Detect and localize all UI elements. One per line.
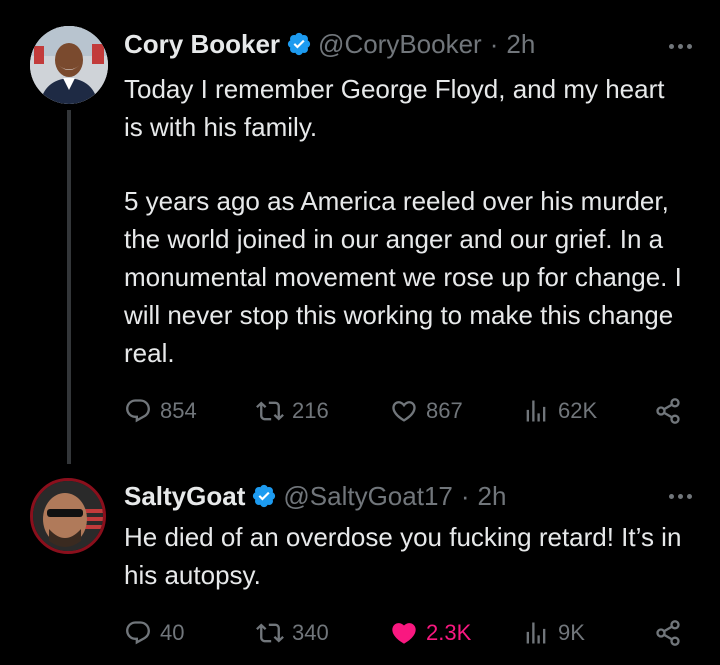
repost-button[interactable]: 340 [256, 616, 329, 650]
views-count: 62K [558, 398, 598, 423]
tweet-header: Cory Booker @CoryBooker · 2h [124, 26, 535, 62]
share-icon [656, 620, 680, 646]
avatar-image [30, 26, 108, 104]
like-button[interactable]: 2.3K [390, 616, 471, 650]
views-icon [526, 622, 546, 644]
heart-icon [392, 401, 416, 422]
timestamp[interactable]: 2h [478, 481, 507, 512]
separator-dot: · [460, 480, 470, 511]
tweet-header: SaltyGoat @SaltyGoat17 · 2h [124, 478, 506, 514]
reply-icon [126, 399, 150, 423]
verified-badge-icon [287, 32, 311, 56]
reply-icon [126, 621, 150, 645]
repost-count: 340 [292, 620, 329, 645]
views-count: 9K [558, 620, 585, 645]
tweet-actions: 40 340 2.3K 9K [124, 616, 694, 650]
repost-icon [256, 623, 284, 643]
like-count: 867 [426, 398, 463, 423]
avatar[interactable] [30, 478, 106, 554]
reply-button[interactable]: 854 [124, 394, 197, 428]
avatar[interactable] [30, 26, 108, 104]
more-icon[interactable] [662, 36, 698, 56]
timestamp[interactable]: 2h [506, 29, 535, 60]
like-count: 2.3K [426, 620, 472, 645]
share-icon [656, 398, 680, 424]
thread-connector-line [67, 110, 71, 464]
reply-button[interactable]: 40 [124, 616, 184, 650]
repost-button[interactable]: 216 [256, 394, 329, 428]
more-icon[interactable] [662, 486, 698, 506]
views-button[interactable]: 9K [522, 616, 585, 650]
tweet-cory-booker[interactable]: Cory Booker @CoryBooker · 2h Today I rem… [0, 0, 720, 464]
views-icon [526, 400, 546, 422]
views-button[interactable]: 62K [522, 394, 597, 428]
repost-icon [256, 401, 284, 421]
tweet-actions: 854 216 867 62K [124, 394, 694, 428]
separator-dot: · [489, 28, 499, 59]
user-handle[interactable]: @CoryBooker [318, 29, 482, 60]
display-name[interactable]: Cory Booker [124, 29, 280, 60]
avatar-image [33, 481, 103, 551]
display-name[interactable]: SaltyGoat [124, 481, 245, 512]
tweet-paragraph: He died of an overdose you fucking retar… [124, 522, 682, 590]
tweet-paragraph: Today I remember George Floyd, and my he… [124, 74, 665, 142]
share-button[interactable] [654, 616, 682, 650]
verified-badge-icon [253, 484, 276, 508]
tweet-paragraph: 5 years ago as America reeled over his m… [124, 186, 682, 368]
reply-count: 854 [160, 398, 197, 423]
tweet-text: Today I remember George Floyd, and my he… [124, 70, 684, 372]
share-button[interactable] [654, 394, 682, 428]
like-button[interactable]: 867 [390, 394, 463, 428]
heart-icon [392, 623, 416, 644]
reply-count: 40 [160, 620, 185, 645]
tweet-saltygoat-reply[interactable]: SaltyGoat @SaltyGoat17 · 2h He died of a… [0, 462, 720, 665]
tweet-text: He died of an overdose you fucking retar… [124, 518, 684, 594]
repost-count: 216 [292, 398, 329, 423]
user-handle[interactable]: @SaltyGoat17 [283, 481, 452, 512]
